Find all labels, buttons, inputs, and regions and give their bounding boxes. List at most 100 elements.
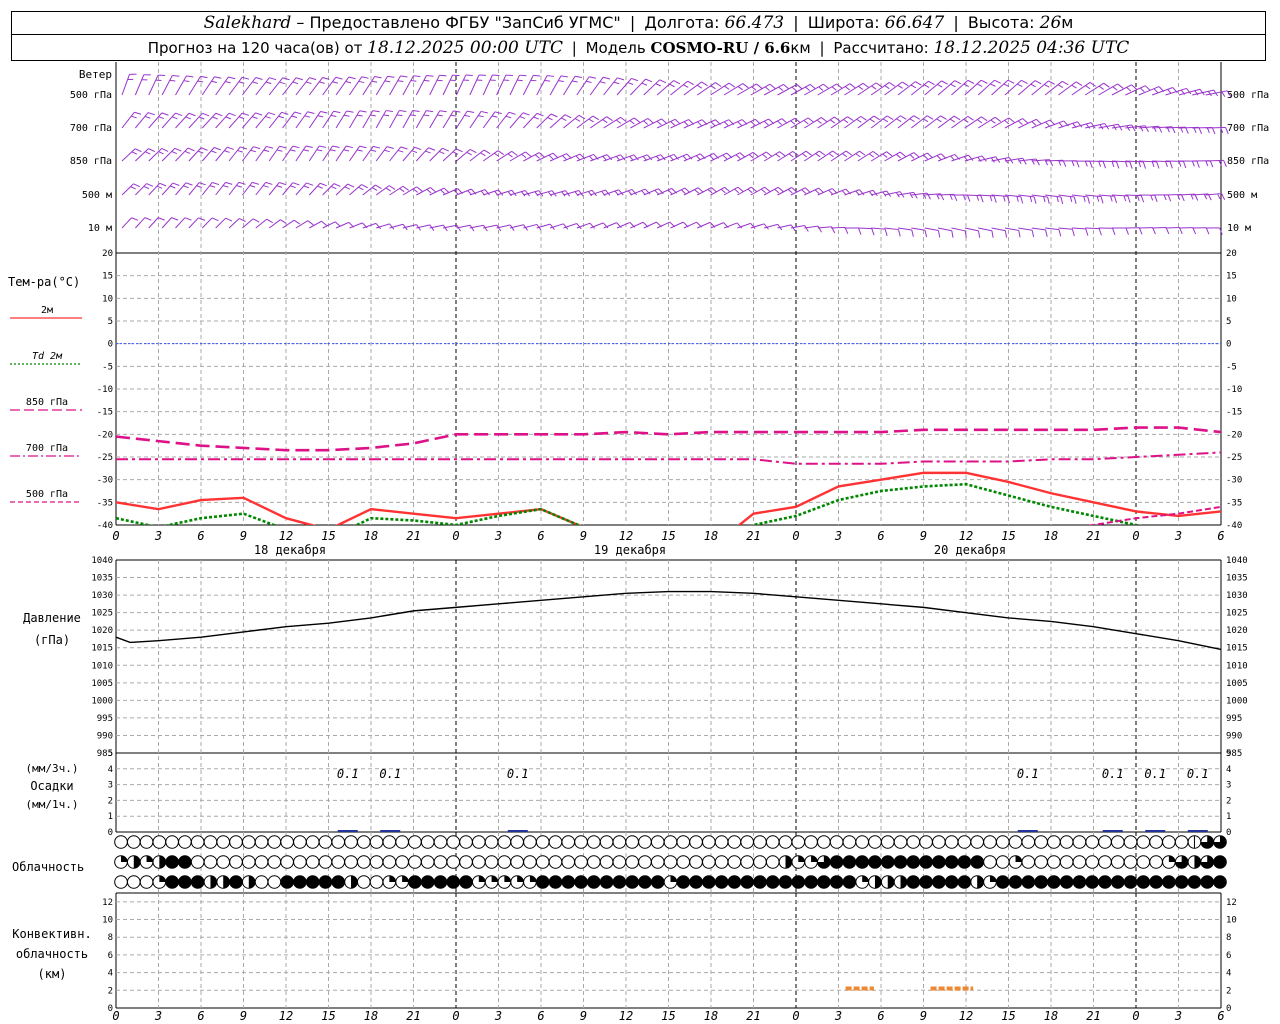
cloud-circle [1149,875,1163,889]
cloud-circle [433,875,448,889]
cloud-symbol [267,835,282,849]
cloud-circle [497,835,512,849]
x-tick-label: 12 [959,1009,973,1023]
cloud-symbol [190,855,205,869]
wind-barb-staff [937,80,956,96]
wind-barb-flag [1062,80,1069,86]
x-tick-label: 0 [112,1009,119,1023]
wind-barb-flag [737,186,744,193]
wind-barb [242,77,263,96]
cloud-symbol [114,855,128,869]
precip-value-label: 0.1 [337,767,359,781]
cloud-circle [740,855,754,869]
wind-barb [496,74,513,96]
wind-barb-flag [437,114,443,117]
wind-barb-flag [252,116,258,119]
wind-barb-flag [1084,160,1088,167]
x-tick-label: 0 [452,529,459,543]
cloud-circle [970,855,984,869]
wind-barb-flag [791,86,797,92]
cloud-circle [1059,855,1074,869]
y-tick-label-right: 10 [1226,294,1237,304]
wind-barb-staff [134,112,149,129]
wind-barb-flag [869,118,875,123]
wind-barb-staff [188,112,203,129]
wind-barb-flag [818,86,824,91]
cloud-symbol [995,855,1010,869]
cloud-circle [395,855,409,869]
wind-barb-flag [466,151,472,156]
wind-barb-flag [1138,227,1143,235]
wind-barb-flag [728,82,736,88]
wind-barb-flag [480,152,486,157]
cloud-circle [970,835,984,849]
wind-barb-flag [237,149,243,153]
wind-barb-staff [910,115,928,129]
wind-barb-staff [389,75,401,96]
wind-barb-flag [321,220,328,227]
wind-barb-flag [224,150,230,153]
cloud-symbol [1187,855,1202,869]
wind-barb-flag [882,118,889,123]
wind-barb-staff [335,221,350,229]
wind-barb [656,187,678,196]
wind-barb-flag [966,194,971,202]
cloud-circle [1110,855,1125,869]
cloud-symbol [868,875,882,889]
wind-barb [268,111,289,129]
cloud-symbol [216,855,231,869]
cloud-symbol [1162,855,1176,869]
cloud-symbol [995,835,1010,849]
cloud-symbol [663,855,678,869]
wind-barb-flag [186,75,194,78]
wind-barb-flag [293,219,301,225]
wind-barb-flag [723,121,729,127]
wind-barb-flag [238,181,246,185]
wind-barb-flag [255,112,263,116]
wind-barb-flag [1016,196,1019,202]
cloud-symbol [497,855,512,869]
wind-barb [964,227,981,238]
cloud-circle [203,855,218,869]
cloud-fill [146,855,153,862]
wind-barb [683,81,708,96]
wind-barb-flag [764,86,770,91]
wind-barb-flag [923,84,930,88]
cloud-symbol [599,835,614,849]
wind-barb-flag [751,86,757,91]
wind-barb-flag [775,153,781,158]
wind-barb-flag [748,154,754,159]
wind-barb [1111,194,1131,203]
wind-barb-flag [146,183,154,187]
wind-barb-flag [720,188,726,194]
cloud-symbol [548,835,563,849]
cloud-symbol [1136,855,1151,869]
cloud-circle [650,835,665,849]
y-tick-label-right: -30 [1226,476,1242,486]
y-tick-label-left: 1020 [91,626,113,636]
wind-barb-staff [429,224,444,229]
cloud-circle [740,835,754,849]
wind-barb [1045,227,1062,237]
cloud-circle [599,835,614,849]
cloud-symbol [293,835,307,849]
wind-barb-staff [509,112,524,129]
cloud-circle [663,835,678,849]
wind-barb-flag [266,145,274,149]
cloud-symbol [676,855,691,869]
wind-barb [188,112,210,129]
cloud-circle [650,875,665,889]
wind-barb-flag [370,114,376,117]
cloud-circle [1021,835,1036,849]
cloud-symbol [753,855,767,869]
wind-barb-staff [148,217,159,229]
cloud-circle [420,835,435,849]
cloud-circle [165,875,179,889]
y-tick-label-left: 2 [108,796,113,806]
y-tick-label-left: 3 [108,781,113,791]
wind-barb [135,217,152,229]
wind-barb-staff [523,223,538,229]
wind-barb-flag [397,80,404,83]
wind-barb [496,111,516,129]
wind-barb-flag [1089,82,1097,87]
